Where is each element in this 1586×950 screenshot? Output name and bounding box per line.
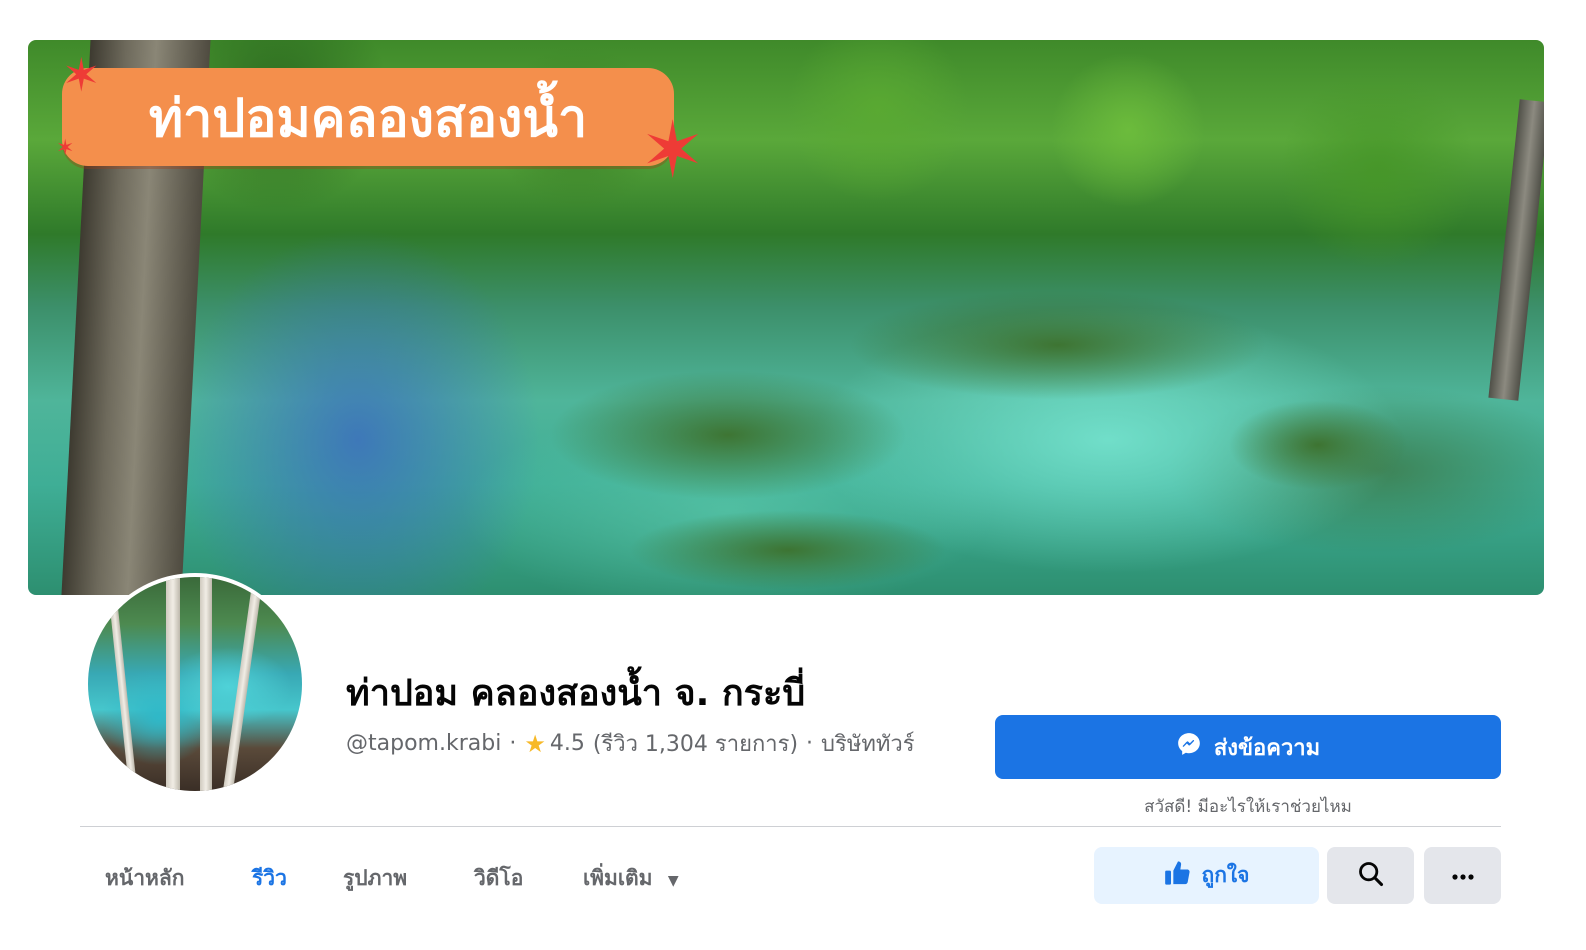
tab-photos[interactable]: รูปภาพ [343, 862, 407, 895]
tab-more-label: เพิ่มเติม [583, 866, 653, 890]
avatar[interactable] [88, 577, 302, 791]
star-decoration-icon: ✶ [62, 48, 101, 102]
review-count[interactable]: (รีวิว 1,304 รายการ) [593, 726, 798, 761]
rating-star-icon: ★ [524, 729, 546, 758]
avatar-tree-trunk [106, 577, 138, 791]
like-button[interactable]: ถูกใจ [1094, 847, 1319, 904]
rating-value: 4.5 [549, 731, 585, 756]
divider [80, 826, 1501, 827]
search-icon [1357, 860, 1385, 892]
page-meta: @tapom.krabi · ★ 4.5 (รีวิว 1,304 รายการ… [346, 726, 915, 761]
cover-algae [548, 370, 908, 500]
avatar-tree-trunk [166, 577, 180, 791]
send-message-button[interactable]: ส่งข้อความ [995, 715, 1501, 779]
cover-title-badge: ท่าปอมคลองสองน้ำ [62, 68, 674, 166]
cover-algae [1228, 400, 1408, 490]
cover-algae [848, 290, 1268, 400]
thumbs-up-icon [1164, 860, 1192, 891]
star-decoration-icon: ✶ [640, 106, 706, 196]
cover-title: ท่าปอมคลองสองน้ำ [148, 88, 588, 149]
meta-separator: · [806, 731, 814, 756]
avatar-tree-trunk [223, 577, 263, 791]
send-message-label: ส่งข้อความ [1213, 735, 1321, 761]
cover-algae [628, 510, 948, 590]
page-username[interactable]: @tapom.krabi [346, 731, 501, 756]
star-decoration-icon: ✶ [56, 136, 75, 161]
page-category: บริษัททัวร์ [821, 732, 915, 757]
page-title: ท่าปอม คลองสองน้ำ จ. กระบี่ [346, 673, 806, 714]
caret-down-icon: ▼ [667, 873, 679, 889]
tab-more[interactable]: เพิ่มเติม ▼ [583, 862, 679, 895]
tab-home[interactable]: หน้าหลัก [105, 862, 184, 895]
more-options-button[interactable] [1424, 847, 1501, 904]
more-icon [1451, 866, 1475, 885]
meta-separator: · [509, 731, 517, 756]
tab-videos[interactable]: วิดีโอ [474, 862, 523, 895]
avatar-tree-trunk [200, 577, 212, 791]
like-label: ถูกใจ [1201, 863, 1250, 887]
messenger-icon [1176, 731, 1202, 763]
tab-reviews[interactable]: รีวิว [252, 862, 287, 895]
search-button[interactable] [1327, 847, 1414, 904]
greeting-text: สวัสดี! มีอะไรให้เราช่วยไหม [1144, 797, 1352, 817]
